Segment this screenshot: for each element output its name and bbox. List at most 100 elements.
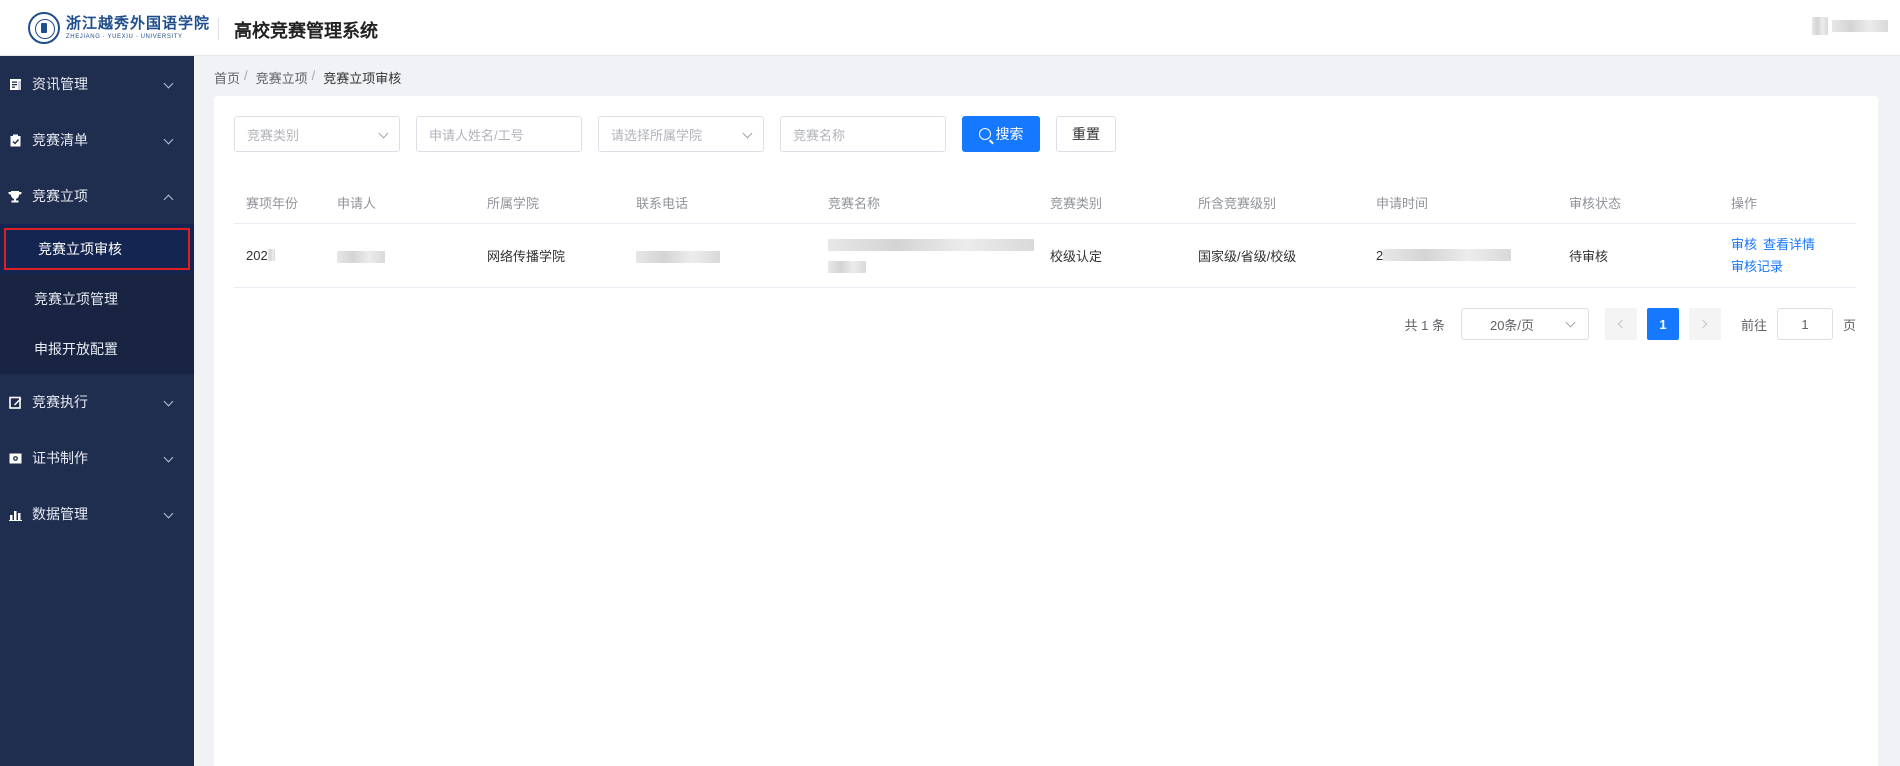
submenu-competition-project: 竞赛立项审核 竞赛立项管理 申报开放配置 — [0, 224, 194, 374]
next-page-button[interactable] — [1688, 308, 1721, 340]
column-header: 赛项年份 — [246, 196, 299, 211]
category-select[interactable]: 竞赛类别 — [234, 116, 400, 152]
breadcrumb-home[interactable]: 首页 — [214, 68, 240, 87]
menu-competition-project[interactable]: 竞赛立项 — [0, 168, 194, 224]
menu-news-management[interactable]: 资讯管理 — [0, 56, 194, 112]
category-select-placeholder: 竞赛类别 — [247, 127, 300, 143]
search-button[interactable]: 搜索 — [962, 116, 1040, 152]
school-wordmark: 浙江越秀外国语学院 ZHEJIANG · YUEXIU · UNIVERSITY — [66, 14, 211, 41]
menu-certificate[interactable]: 证书制作 — [0, 430, 194, 486]
breadcrumb: 首页 / 竞赛立项 / 竞赛立项审核 — [214, 68, 401, 87]
pagination: 共 1 条 20条/页 1 前往 1 页 — [1404, 308, 1856, 340]
redacted-competition-name — [828, 260, 866, 273]
cell-status: 待审核 — [1569, 249, 1609, 264]
review-history-link[interactable]: 审核记录 — [1731, 256, 1783, 278]
column-header: 申请时间 — [1376, 196, 1429, 211]
goto-page-input[interactable]: 1 — [1776, 308, 1833, 340]
breadcrumb-project[interactable]: 竞赛立项 — [256, 68, 308, 87]
app-title: 高校竞赛管理系统 — [234, 21, 378, 41]
chevron-down-icon — [1565, 317, 1576, 328]
goto-label: 前往 — [1740, 317, 1767, 333]
applicant-input[interactable]: 申请人姓名/工号 — [416, 116, 582, 152]
chevron-down-icon — [378, 128, 389, 139]
college-select-placeholder: 请选择所属学院 — [611, 127, 703, 143]
column-header: 所含竞赛级别 — [1198, 196, 1277, 211]
document-icon — [8, 77, 22, 91]
table-header-row: 赛项年份 申请人 所属学院 联系电话 竞赛名称 竞赛类别 所含竞赛级别 申请时间… — [234, 182, 1856, 224]
college-select[interactable]: 请选择所属学院 — [598, 116, 764, 152]
chevron-right-icon — [1699, 319, 1708, 329]
trophy-icon — [8, 189, 22, 203]
school-seal-icon — [28, 12, 60, 44]
page-number-current[interactable]: 1 — [1646, 308, 1679, 340]
cell-category: 校级认定 — [1050, 249, 1103, 264]
column-header: 联系电话 — [636, 196, 689, 211]
page-size-select[interactable]: 20条/页 — [1460, 308, 1589, 340]
column-header: 竞赛名称 — [828, 196, 881, 211]
bar-chart-icon — [8, 507, 22, 521]
column-header: 所属学院 — [487, 196, 540, 211]
cell-apply-time: 2 — [1364, 248, 1557, 263]
reset-button[interactable]: 重置 — [1056, 116, 1116, 152]
menu-competition-list[interactable]: 竞赛清单 — [0, 112, 194, 168]
chevron-down-icon — [742, 128, 753, 139]
pagination-total: 共 1 条 — [1404, 317, 1445, 333]
search-button-label: 搜索 — [995, 126, 1024, 142]
chevron-left-icon — [1618, 319, 1627, 329]
page-unit-label: 页 — [1842, 317, 1856, 333]
menu-data-management[interactable]: 数据管理 — [0, 486, 194, 542]
menu-competition-execution[interactable]: 竞赛执行 — [0, 374, 194, 430]
column-header: 竞赛类别 — [1050, 196, 1103, 211]
cell-competition-name — [816, 238, 1038, 273]
search-icon — [978, 128, 991, 140]
school-name-en: ZHEJIANG · YUEXIU · UNIVERSITY — [66, 34, 183, 40]
cell-actions: 审核 查看详情 审核记录 — [1719, 234, 1856, 278]
redacted-time — [1383, 249, 1512, 261]
redacted-digit — [267, 249, 275, 261]
cell-applicant — [325, 248, 475, 263]
view-details-link[interactable]: 查看详情 — [1763, 234, 1815, 256]
content-card: 竞赛类别 申请人姓名/工号 请选择所属学院 竞赛名称 搜索 重置 赛项年份 申请… — [214, 96, 1878, 766]
prev-page-button[interactable] — [1604, 308, 1637, 340]
cell-phone — [624, 248, 816, 263]
breadcrumb-separator: / — [311, 68, 316, 83]
cell-college: 网络传播学院 — [487, 249, 566, 264]
cell-year: 202 — [234, 248, 325, 263]
certificate-icon — [8, 451, 22, 465]
cell-apply-time-text: 2 — [1376, 248, 1384, 263]
header-divider — [218, 18, 219, 40]
school-logo: 浙江越秀外国语学院 ZHEJIANG · YUEXIU · UNIVERSITY — [28, 11, 210, 45]
user-name-redacted — [1832, 20, 1888, 32]
review-link[interactable]: 审核 — [1731, 234, 1757, 256]
cell-levels: 国家级/省级/校级 — [1198, 249, 1297, 264]
table-header: 赛项年份 申请人 所属学院 联系电话 竞赛名称 竞赛类别 所含竞赛级别 申请时间… — [234, 182, 1856, 224]
reset-button-label: 重置 — [1072, 126, 1100, 142]
top-header: 浙江越秀外国语学院 ZHEJIANG · YUEXIU · UNIVERSITY… — [0, 0, 1900, 56]
submenu-item-project-review[interactable]: 竞赛立项审核 — [0, 224, 194, 274]
competition-name-placeholder: 竞赛名称 — [793, 127, 846, 143]
page-size-value: 20条/页 — [1489, 317, 1535, 333]
review-table: 赛项年份 申请人 所属学院 联系电话 竞赛名称 竞赛类别 所含竞赛级别 申请时间… — [234, 182, 1856, 288]
breadcrumb-separator: / — [244, 68, 248, 83]
school-name-cn: 浙江越秀外国语学院 — [66, 14, 211, 32]
user-avatar[interactable] — [1812, 17, 1828, 35]
user-menu[interactable] — [1812, 16, 1900, 36]
submenu-item-label: 竞赛立项管理 — [34, 291, 118, 307]
submenu-item-project-management[interactable]: 竞赛立项管理 — [0, 274, 194, 324]
competition-name-input[interactable]: 竞赛名称 — [780, 116, 946, 152]
table-body: 202 网络传播学院 校级认定 国家级/省级/校级 2 待审核 审核 查看详情 … — [234, 224, 1856, 288]
filter-bar: 竞赛类别 申请人姓名/工号 请选择所属学院 竞赛名称 搜索 重置 — [234, 116, 1116, 152]
submenu-item-application-config[interactable]: 申报开放配置 — [0, 324, 194, 374]
clipboard-icon — [8, 133, 22, 147]
main-content: 首页 / 竞赛立项 / 竞赛立项审核 竞赛类别 申请人姓名/工号 请选择所属学院… — [194, 56, 1900, 766]
row-actions: 审核 查看详情 审核记录 — [1731, 234, 1841, 278]
submenu-item-label: 申报开放配置 — [34, 341, 118, 357]
redacted-competition-name — [828, 238, 1034, 251]
table-row: 202 网络传播学院 校级认定 国家级/省级/校级 2 待审核 审核 查看详情 … — [234, 224, 1856, 288]
column-header: 申请人 — [337, 196, 377, 211]
applicant-input-placeholder: 申请人姓名/工号 — [429, 127, 524, 143]
edit-icon — [8, 395, 22, 409]
redacted-phone — [636, 250, 720, 263]
submenu-item-label: 竞赛立项审核 — [38, 241, 122, 257]
column-header: 审核状态 — [1569, 196, 1622, 211]
